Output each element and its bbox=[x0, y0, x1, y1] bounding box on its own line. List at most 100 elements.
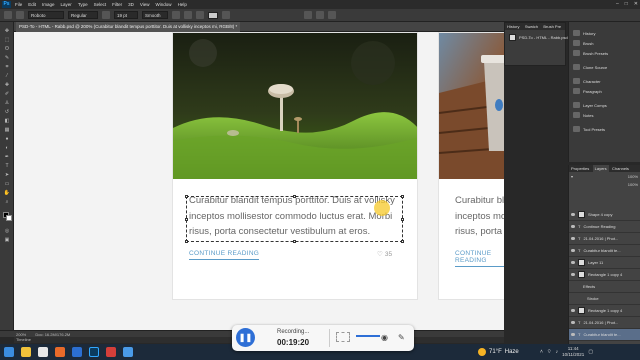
close-button[interactable]: ✕ bbox=[634, 0, 638, 9]
text-orientation-icon[interactable] bbox=[16, 11, 24, 19]
pen-tool-icon[interactable]: ✒ bbox=[3, 154, 11, 160]
card-2-excerpt[interactable]: Curabitur blandit tempus porttitor. Duis… bbox=[455, 193, 504, 240]
text-color-swatch[interactable] bbox=[208, 11, 218, 19]
chevron-up-icon[interactable]: ˄ bbox=[540, 349, 543, 355]
opacity-field[interactable]: 100% bbox=[628, 174, 638, 181]
layer-effects-row[interactable]: Effects bbox=[569, 281, 640, 293]
menu-type[interactable]: Type bbox=[78, 2, 88, 7]
cancel-icon[interactable] bbox=[304, 11, 312, 19]
align-left-icon[interactable] bbox=[172, 11, 180, 19]
menu-help[interactable]: Help bbox=[178, 2, 187, 7]
layer-row[interactable]: T Curabitur blandit te... bbox=[569, 245, 640, 257]
layer-effect-stroke[interactable]: Stroke bbox=[569, 293, 640, 305]
chrome-icon[interactable] bbox=[38, 347, 48, 357]
photoshop-icon[interactable] bbox=[89, 347, 99, 357]
marquee-tool-icon[interactable]: ⬚ bbox=[3, 37, 11, 43]
zoom-tool-icon[interactable]: ⌕ bbox=[3, 199, 11, 205]
menu-view[interactable]: View bbox=[140, 2, 150, 7]
edge-icon[interactable] bbox=[72, 347, 82, 357]
eye-icon[interactable] bbox=[571, 237, 575, 240]
fill-field[interactable]: 100% bbox=[628, 182, 638, 189]
type-tool-icon[interactable] bbox=[4, 11, 12, 19]
eye-icon[interactable] bbox=[571, 249, 575, 252]
menu-image[interactable]: Image bbox=[42, 2, 55, 7]
volume-icon[interactable]: ♪ bbox=[556, 349, 559, 355]
layer-row-selected[interactable]: T Curabitur blandit te... bbox=[569, 329, 640, 341]
blend-mode-select[interactable]: ▾ bbox=[571, 174, 573, 181]
layer-row[interactable]: T Continue Reading bbox=[569, 221, 640, 233]
dock-paragraph[interactable]: Paragraph bbox=[573, 86, 602, 96]
continue-reading-link[interactable]: CONTINUE READING bbox=[189, 250, 260, 260]
dock-brush-presets[interactable]: Brush Presets bbox=[573, 48, 608, 58]
minimize-button[interactable]: – bbox=[616, 0, 619, 9]
maximize-button[interactable]: □ bbox=[625, 0, 628, 9]
dock-notes[interactable]: Notes bbox=[573, 110, 593, 120]
healing-tool-icon[interactable]: ✚ bbox=[3, 82, 11, 88]
transform-handle[interactable] bbox=[293, 240, 296, 243]
menu-layer[interactable]: Layer bbox=[61, 2, 72, 7]
tab-swatches[interactable]: Swatch bbox=[523, 23, 540, 30]
eye-icon[interactable] bbox=[571, 309, 575, 312]
notification-icon[interactable]: ▢ bbox=[588, 349, 593, 355]
tab-history[interactable]: History bbox=[505, 23, 521, 30]
pencil-icon[interactable]: ✎ bbox=[398, 333, 405, 342]
align-right-icon[interactable] bbox=[196, 11, 204, 19]
font-family-select[interactable]: Roboto bbox=[28, 11, 64, 19]
tab-brush-presets[interactable]: Brush Pre bbox=[541, 23, 563, 30]
eye-icon[interactable] bbox=[571, 261, 575, 264]
hand-tool-icon[interactable]: ✋ bbox=[3, 190, 11, 196]
heart-icon[interactable]: ♡ bbox=[377, 251, 383, 258]
crop-tool-icon[interactable]: ⌗ bbox=[3, 64, 11, 70]
transform-handle[interactable] bbox=[401, 195, 404, 198]
weather-widget[interactable]: 71°F Haze bbox=[478, 344, 519, 360]
brush-tool-icon[interactable]: ✐ bbox=[3, 91, 11, 97]
path-select-tool-icon[interactable]: ➤ bbox=[3, 172, 11, 178]
transform-handle[interactable] bbox=[185, 195, 188, 198]
menu-window[interactable]: Window bbox=[156, 2, 172, 7]
layer-row[interactable]: Rectangle 1 copy 4 bbox=[569, 269, 640, 281]
tab-properties[interactable]: Properties bbox=[569, 165, 591, 172]
layer-row[interactable]: Rectangle 1 copy 4 bbox=[569, 305, 640, 317]
dock-character[interactable]: Character bbox=[573, 76, 601, 86]
align-center-icon[interactable] bbox=[184, 11, 192, 19]
text-bounding-box[interactable] bbox=[185, 195, 404, 243]
eye-icon[interactable] bbox=[571, 333, 575, 336]
mail-icon[interactable] bbox=[123, 347, 133, 357]
screen-mode-icon[interactable]: ▣ bbox=[3, 237, 11, 243]
continue-reading-link-2[interactable]: CONTINUE READING bbox=[455, 250, 504, 267]
eye-icon[interactable] bbox=[571, 213, 575, 216]
file-explorer-icon[interactable] bbox=[21, 347, 31, 357]
layer-row[interactable]: T 21.04.2016 | Phot... bbox=[569, 233, 640, 245]
menu-file[interactable]: File bbox=[15, 2, 22, 7]
dock-history[interactable]: History bbox=[573, 28, 595, 38]
move-tool-icon[interactable]: ✥ bbox=[3, 28, 11, 34]
gradient-tool-icon[interactable]: ▦ bbox=[3, 127, 11, 133]
color-swatches-icon[interactable] bbox=[3, 212, 12, 222]
menu-select[interactable]: Select bbox=[94, 2, 107, 7]
lasso-tool-icon[interactable]: ʘ bbox=[3, 46, 11, 52]
commit-icon[interactable] bbox=[316, 11, 324, 19]
select-area-icon[interactable] bbox=[336, 332, 350, 342]
dodge-tool-icon[interactable]: ◐ bbox=[3, 145, 11, 151]
transform-handle[interactable] bbox=[401, 218, 404, 221]
recorder-app-icon[interactable] bbox=[106, 347, 116, 357]
layer-row[interactable]: Shape 4 copy bbox=[569, 209, 640, 221]
layer-row[interactable]: Layer 11 bbox=[569, 257, 640, 269]
clock[interactable]: 11:44 10/11/2021 bbox=[562, 346, 584, 358]
quick-select-tool-icon[interactable]: ✎ bbox=[3, 55, 11, 61]
document-tab[interactable]: PSD-To - HTML - Rabb.psd @ 200% (Curabit… bbox=[16, 22, 241, 32]
eye-icon[interactable] bbox=[571, 273, 575, 276]
webcam-icon[interactable]: ◉ bbox=[381, 333, 388, 342]
blur-tool-icon[interactable]: ● bbox=[3, 136, 11, 142]
history-snapshot[interactable]: PSD-To - HTML - Rabb.psd bbox=[509, 32, 568, 42]
font-style-select[interactable]: Regular bbox=[68, 11, 98, 19]
transform-handle[interactable] bbox=[185, 240, 188, 243]
eye-icon[interactable] bbox=[571, 321, 575, 324]
firefox-icon[interactable] bbox=[55, 347, 65, 357]
anti-alias-select[interactable]: Smooth bbox=[142, 11, 168, 19]
transform-handle[interactable] bbox=[185, 218, 188, 221]
font-size-select[interactable]: 19 pt bbox=[114, 11, 138, 19]
stamp-tool-icon[interactable]: ♙ bbox=[3, 100, 11, 106]
pause-recording-button[interactable]: ❚❚ bbox=[236, 328, 255, 347]
tab-layers[interactable]: Layers bbox=[592, 165, 609, 172]
